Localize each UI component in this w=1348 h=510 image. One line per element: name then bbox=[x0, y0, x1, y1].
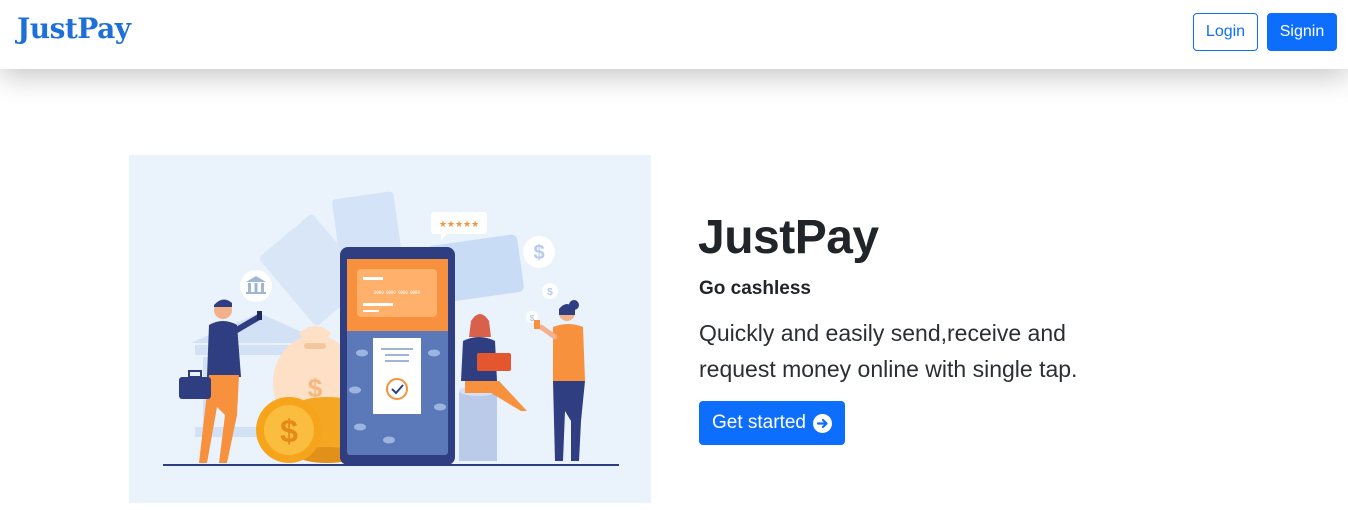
coin-stack bbox=[459, 386, 497, 461]
svg-text:$: $ bbox=[547, 287, 553, 298]
arrow-right-circle-icon bbox=[813, 413, 832, 433]
hero-title: JustPay bbox=[698, 211, 879, 264]
svg-text:$: $ bbox=[280, 413, 298, 449]
navbar: JustPay Login Signin bbox=[0, 0, 1348, 69]
svg-text:$: $ bbox=[533, 242, 544, 264]
get-started-button[interactable]: Get started bbox=[699, 401, 845, 445]
man-figure bbox=[179, 299, 262, 463]
standing-woman-figure bbox=[534, 300, 585, 461]
svg-text:★★★★★: ★★★★★ bbox=[439, 220, 479, 230]
hero-tagline: Go cashless bbox=[699, 278, 811, 299]
get-started-label: Get started bbox=[712, 412, 806, 433]
brand-logo[interactable]: JustPay bbox=[17, 12, 131, 45]
hero-description: Quickly and easily send,receive and requ… bbox=[699, 320, 1078, 382]
login-button[interactable]: Login bbox=[1193, 13, 1258, 51]
hero-illustration: $ $ $ ★★★★★ $ $ 0000 0000 0000 0000 bbox=[129, 155, 651, 503]
svg-text:0000 0000 0000 0000: 0000 0000 0000 0000 bbox=[374, 290, 420, 295]
signin-button[interactable]: Signin bbox=[1267, 13, 1337, 51]
